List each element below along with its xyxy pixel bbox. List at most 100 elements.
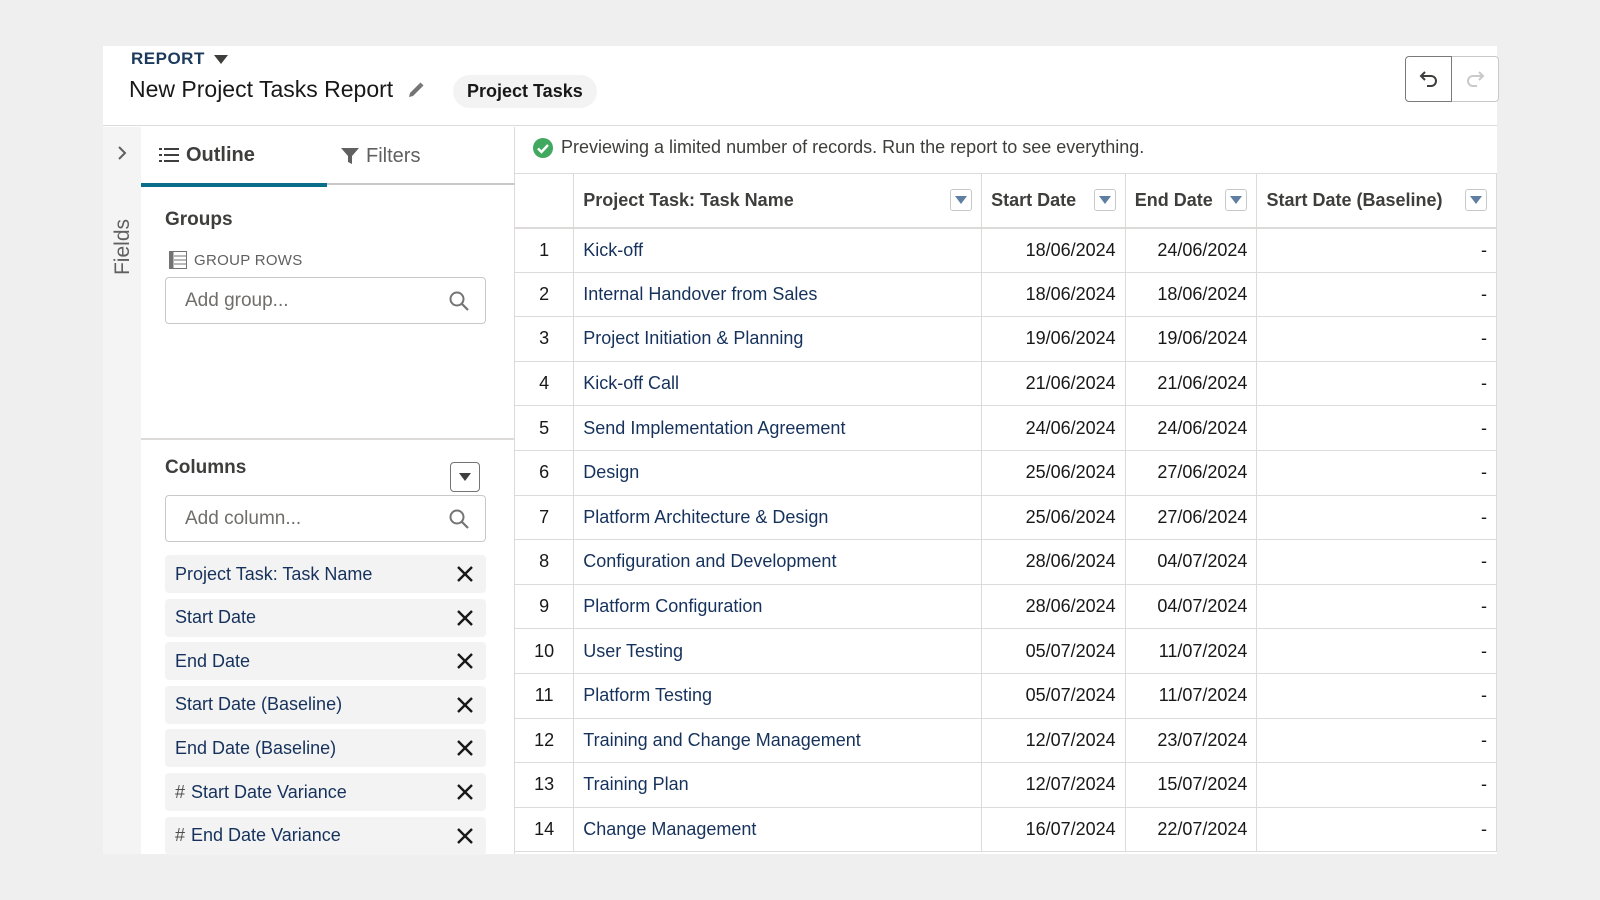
report-type-menu[interactable]: REPORT (131, 49, 228, 69)
column-item[interactable]: # End Date Variance (165, 816, 486, 855)
end-date-cell: 24/06/2024 (1125, 227, 1258, 273)
row-number-cell: 1 (515, 227, 575, 273)
report-type-pill: Project Tasks (453, 75, 597, 108)
task-name-cell: Training Plan (573, 762, 983, 808)
end-date-cell: 04/07/2024 (1125, 539, 1258, 585)
start-date-cell: 18/06/2024 (981, 227, 1126, 273)
columns-menu-button[interactable] (450, 462, 480, 492)
table-row: 14 Change Management 16/07/2024 22/07/2024- (515, 807, 1497, 853)
group-rows-label: GROUP ROWS (169, 251, 303, 269)
tab-outline[interactable]: Outline (141, 127, 327, 187)
table-row: 10 User Testing 05/07/2024 11/07/2024- (515, 628, 1497, 674)
chevron-down-icon (955, 196, 968, 204)
groups-title: Groups (165, 209, 233, 230)
start-date-cell: 12/07/2024 (981, 762, 1126, 808)
row-number-cell: 5 (515, 405, 575, 451)
table-row: 3 Project Initiation & Planning 19/06/2024… (515, 316, 1497, 362)
add-column-input[interactable] (167, 497, 437, 540)
redo-icon (1467, 71, 1485, 87)
start-date-baseline-cell: - (1256, 361, 1497, 407)
preview-banner-text: Previewing a limited number of records. … (561, 137, 1145, 157)
remove-column-icon[interactable] (456, 696, 474, 714)
column-item-label: End Date (Baseline) (175, 737, 337, 758)
start-date-baseline-cell: - (1256, 450, 1497, 496)
start-date-cell: 05/07/2024 (981, 628, 1126, 674)
remove-column-icon[interactable] (456, 609, 474, 627)
row-number-cell: 9 (515, 584, 575, 630)
row-number-cell: 14 (515, 807, 575, 853)
end-date-cell: 18/06/2024 (1125, 272, 1258, 318)
undo-button[interactable] (1405, 56, 1452, 102)
column-menu-button[interactable] (1225, 189, 1248, 211)
column-item[interactable]: End Date (Baseline) (165, 729, 486, 768)
task-name-cell: Send Implementation Agreement (573, 405, 983, 451)
fields-rail[interactable]: Fields (103, 127, 141, 854)
preview-banner: Previewing a limited number of records. … (533, 137, 1144, 158)
panel-tabs: Outline Filters (141, 127, 515, 187)
search-icon (449, 509, 469, 529)
add-group-input[interactable] (167, 279, 437, 322)
task-name-cell: Configuration and Development (573, 539, 983, 585)
column-item[interactable]: Start Date (Baseline) (165, 685, 486, 724)
remove-column-icon[interactable] (456, 827, 474, 845)
column-header-task-name[interactable]: Project Task: Task Name (573, 173, 983, 229)
column-header-start-date-baseline[interactable]: Start Date (Baseline) (1256, 173, 1497, 229)
start-date-cell: 18/06/2024 (981, 272, 1126, 318)
number-type-icon: # (175, 781, 186, 802)
pencil-icon[interactable] (407, 81, 425, 99)
column-header-label: Start Date (Baseline) (1266, 189, 1443, 210)
report-table: Project Task: Task Name Start Date End D… (515, 173, 1497, 853)
remove-column-icon[interactable] (456, 565, 474, 583)
task-name-cell: Training and Change Management (573, 718, 983, 764)
column-header-label: Start Date (991, 189, 1077, 210)
end-date-cell: 11/07/2024 (1125, 673, 1258, 719)
column-menu-button[interactable] (950, 189, 973, 211)
remove-column-icon[interactable] (456, 652, 474, 670)
column-item[interactable]: Start Date (165, 598, 486, 637)
outline-panel: Outline Filters Groups GROUP ROWS Column… (141, 127, 515, 855)
tab-filters[interactable]: Filters (341, 127, 420, 185)
column-header-start-date[interactable]: Start Date (981, 173, 1126, 229)
end-date-cell: 23/07/2024 (1125, 718, 1258, 764)
table-row: 7 Platform Architecture & Design 25/06/202… (515, 495, 1497, 541)
redo-button[interactable] (1452, 56, 1499, 102)
end-date-cell: 19/06/2024 (1125, 316, 1258, 362)
column-item-label: Start Date (175, 607, 257, 628)
task-name-cell: Platform Testing (573, 673, 983, 719)
column-item[interactable]: Project Task: Task Name (165, 555, 486, 593)
task-name-cell: Design (573, 450, 983, 496)
start-date-cell: 28/06/2024 (981, 584, 1126, 630)
column-header-end-date[interactable]: End Date (1125, 173, 1258, 229)
start-date-baseline-cell: - (1256, 316, 1497, 362)
start-date-baseline-cell: - (1256, 584, 1497, 630)
chevron-down-icon (1098, 196, 1111, 204)
table-row: 11 Platform Testing 05/07/2024 11/07/2024- (515, 673, 1497, 719)
table-row: 1 Kick-off 18/06/2024 24/06/2024- (515, 227, 1497, 273)
chevron-down-icon (1230, 196, 1243, 204)
start-date-baseline-cell: - (1256, 807, 1497, 853)
task-name-cell: Kick-off (573, 227, 983, 273)
column-menu-button[interactable] (1093, 189, 1116, 211)
column-item-label: Project Task: Task Name (175, 563, 373, 584)
row-number-cell: 7 (515, 495, 575, 541)
report-type-label: REPORT (131, 49, 205, 68)
start-date-cell: 19/06/2024 (981, 316, 1126, 362)
columns-title: Columns (165, 457, 247, 478)
chevron-right-icon[interactable] (114, 145, 130, 161)
start-date-baseline-cell: - (1256, 762, 1497, 808)
task-name-cell: Platform Architecture & Design (573, 495, 983, 541)
task-name-cell: Internal Handover from Sales (573, 272, 983, 318)
remove-column-icon[interactable] (456, 739, 474, 757)
number-type-icon: # (175, 825, 186, 846)
task-name-cell: Kick-off Call (573, 361, 983, 407)
remove-column-icon[interactable] (456, 783, 474, 801)
task-name-cell: Change Management (573, 807, 983, 853)
tab-outline-label: Outline (186, 143, 255, 166)
column-item[interactable]: # Start Date Variance (165, 773, 486, 811)
chevron-down-icon (459, 473, 471, 481)
column-menu-button[interactable] (1465, 189, 1487, 211)
column-item[interactable]: End Date (165, 642, 486, 681)
task-name-cell: Platform Configuration (573, 584, 983, 630)
report-header: REPORT New Project Tasks Report Project … (103, 46, 1499, 126)
end-date-cell: 04/07/2024 (1125, 584, 1258, 630)
